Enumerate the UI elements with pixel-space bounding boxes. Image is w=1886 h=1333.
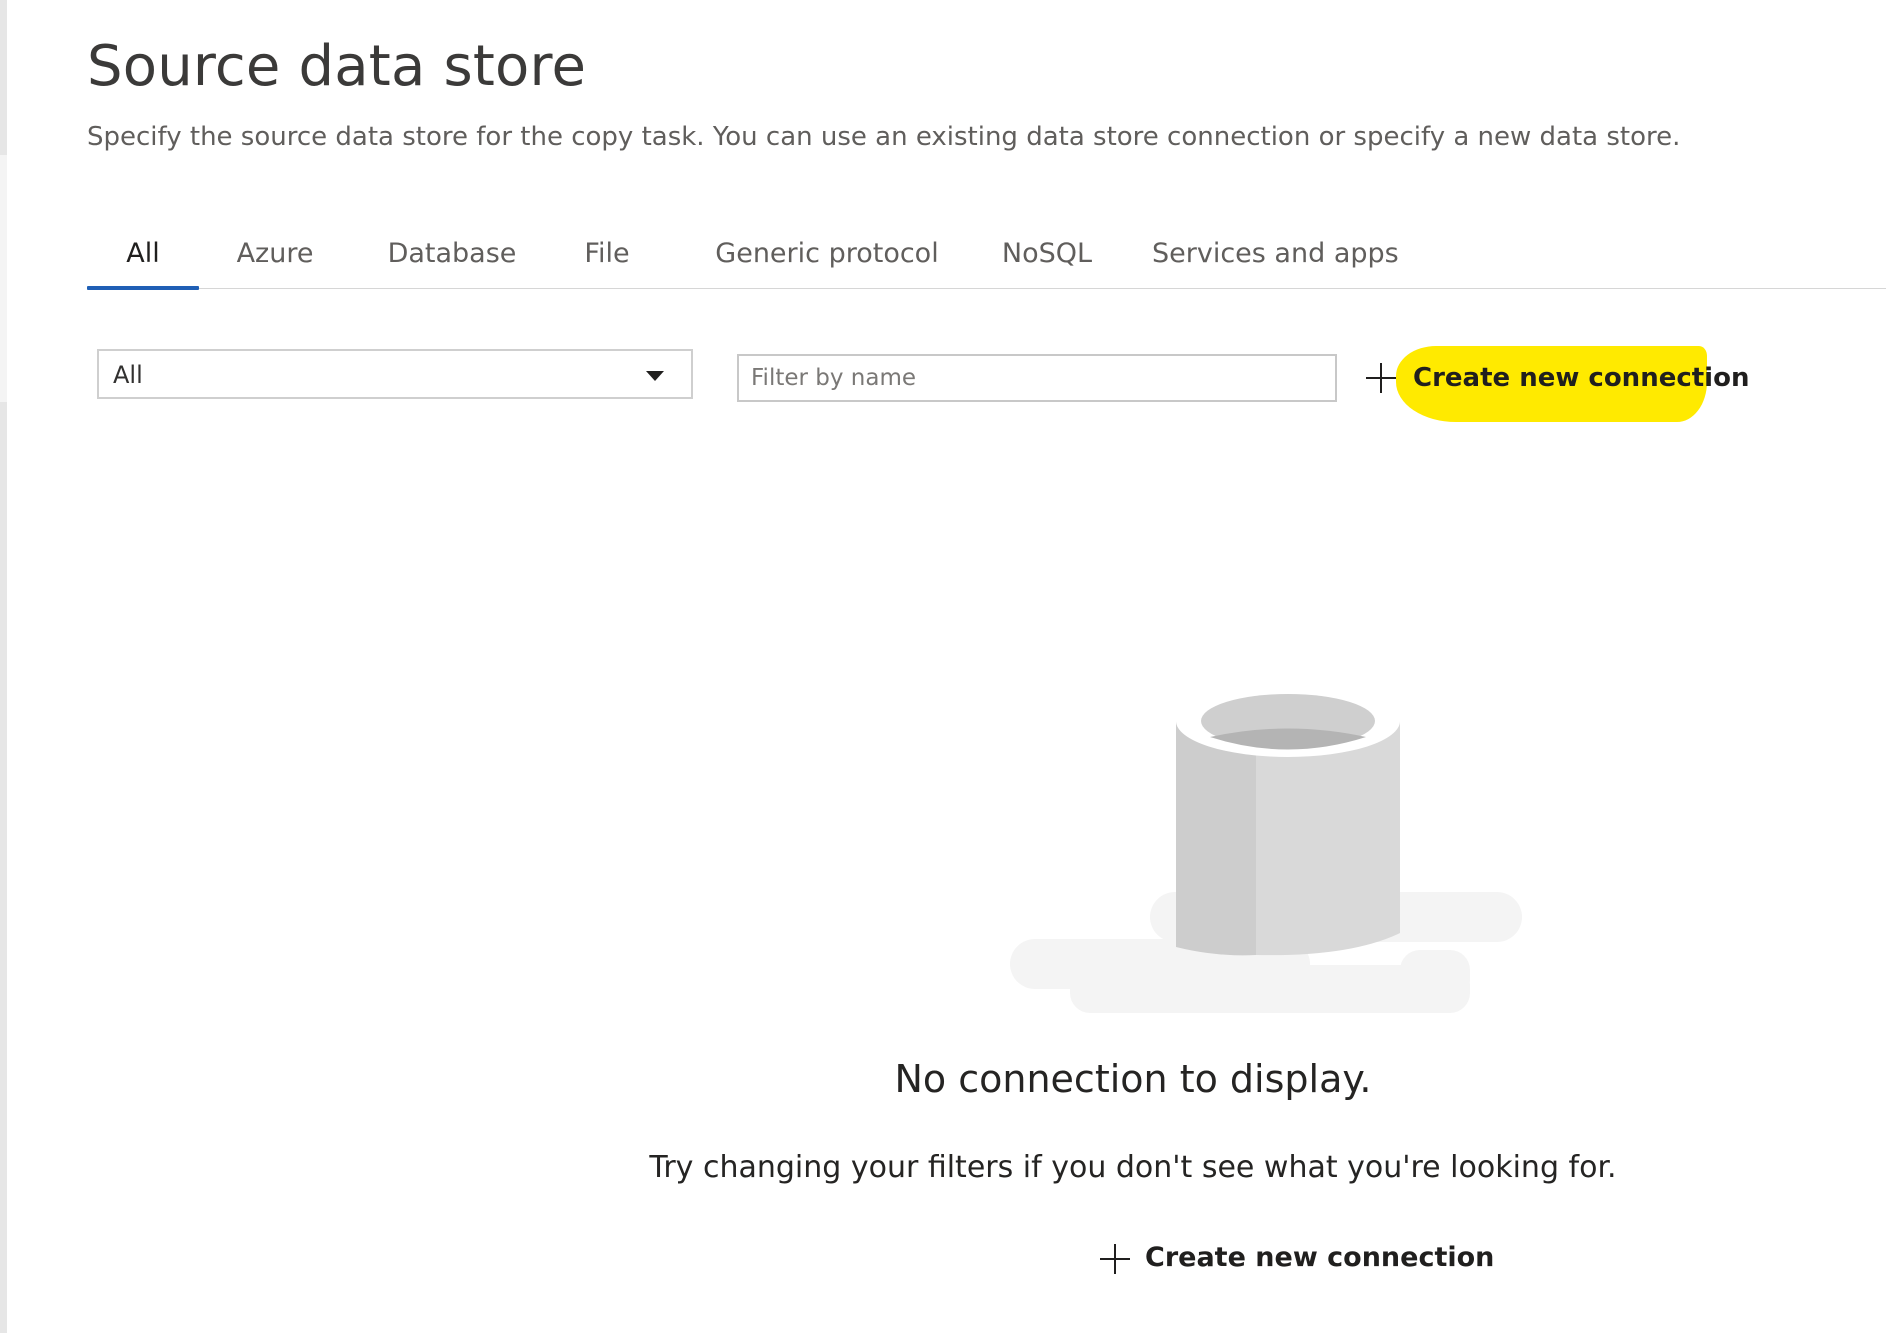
tab-database[interactable]: Database <box>377 228 527 287</box>
empty-state-title: No connection to display. <box>894 1057 1372 1101</box>
empty-state-message: Try changing your filters if you don't s… <box>649 1150 1617 1185</box>
tab-services-and-apps[interactable]: Services and apps <box>1152 228 1399 287</box>
create-new-connection-button[interactable]: Create new connection <box>1366 344 1749 422</box>
plus-icon <box>1366 363 1396 393</box>
tab-all[interactable]: All <box>87 228 199 290</box>
create-new-connection-label: Create new connection <box>1413 363 1750 393</box>
plus-icon <box>1100 1244 1130 1274</box>
empty-database-icon <box>1010 685 1522 1013</box>
page-title: Source data store <box>87 34 587 99</box>
page-subtitle: Specify the source data store for the co… <box>87 122 1681 152</box>
type-filter-value: All <box>113 361 143 389</box>
filter-by-name-input[interactable] <box>737 354 1337 402</box>
type-filter-dropdown[interactable]: All <box>97 349 693 399</box>
category-tabs: All Azure Database File Generic protocol… <box>87 228 1886 290</box>
create-new-connection-link-label: Create new connection <box>1145 1242 1495 1273</box>
cylinder <box>1176 685 1400 956</box>
tab-generic-protocol[interactable]: Generic protocol <box>704 228 950 287</box>
chevron-down-icon <box>646 371 664 381</box>
tab-nosql[interactable]: NoSQL <box>992 228 1102 287</box>
window-edge-notch <box>0 155 7 402</box>
create-new-connection-link[interactable]: Create new connection <box>1100 1240 1494 1280</box>
tab-azure[interactable]: Azure <box>225 228 325 287</box>
window-left-edge <box>0 0 7 1333</box>
tab-file[interactable]: File <box>577 228 637 287</box>
